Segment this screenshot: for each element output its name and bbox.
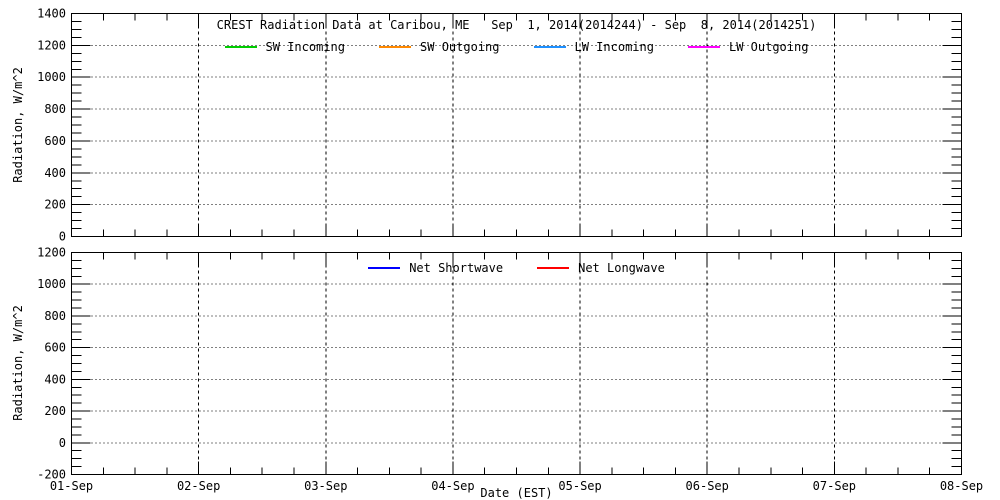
y-tick-label: 400 xyxy=(44,372,66,386)
y-tick-label: 1200 xyxy=(37,246,66,260)
y-tick-label: 0 xyxy=(59,230,66,244)
legend-item: SW Incoming xyxy=(225,40,345,54)
y-tick-label: 1400 xyxy=(37,7,66,21)
legend-line-swatch xyxy=(688,46,720,48)
y-tick-label: 0 xyxy=(59,436,66,450)
panel-bottom: -20002004006008001000120001-Sep02-Sep03-… xyxy=(37,246,983,494)
x-axis-label: Date (EST) xyxy=(71,486,962,500)
chart-title: CREST Radiation Data at Caribou, ME Sep … xyxy=(71,18,962,32)
y-tick-label: 200 xyxy=(44,198,66,212)
y-tick-label: 1000 xyxy=(37,70,66,84)
legend-label: LW Outgoing xyxy=(729,40,808,54)
legend-item: LW Outgoing xyxy=(688,40,808,54)
legend-label: SW Incoming xyxy=(266,40,345,54)
legend-line-swatch xyxy=(368,267,400,269)
legend-item: SW Outgoing xyxy=(379,40,499,54)
legend-item: Net Shortwave xyxy=(368,261,503,275)
legend-item: Net Longwave xyxy=(537,261,665,275)
y-tick-label: 200 xyxy=(44,404,66,418)
y-tick-label: 800 xyxy=(44,309,66,323)
plot-border xyxy=(72,253,962,475)
y-tick-label: 800 xyxy=(44,102,66,116)
y-tick-label: 600 xyxy=(44,341,66,355)
legend-label: SW Outgoing xyxy=(420,40,499,54)
legend-label: LW Incoming xyxy=(575,40,654,54)
legend-line-swatch xyxy=(225,46,257,48)
legend-label: Net Shortwave xyxy=(409,261,503,275)
legend-line-swatch xyxy=(537,267,569,269)
top-y-axis-label: Radiation, W/m^2 xyxy=(11,55,25,195)
legend-item: LW Incoming xyxy=(534,40,654,54)
legend-line-swatch xyxy=(534,46,566,48)
y-tick-label: 1200 xyxy=(37,38,66,52)
y-tick-label: 600 xyxy=(44,134,66,148)
legend-line-swatch xyxy=(379,46,411,48)
bottom-y-axis-label: Radiation, W/m^2 xyxy=(11,293,25,433)
bottom-legend: Net Shortwave Net Longwave xyxy=(71,261,962,275)
y-tick-label: 1000 xyxy=(37,277,66,291)
radiation-figure: 0200400600800100012001400-20002004006008… xyxy=(0,0,1000,500)
legend-label: Net Longwave xyxy=(578,261,665,275)
y-tick-label: 400 xyxy=(44,166,66,180)
axes-canvas: 0200400600800100012001400-20002004006008… xyxy=(0,0,1000,500)
top-legend: SW Incoming SW Outgoing LW Incoming LW Outg… xyxy=(71,40,962,54)
